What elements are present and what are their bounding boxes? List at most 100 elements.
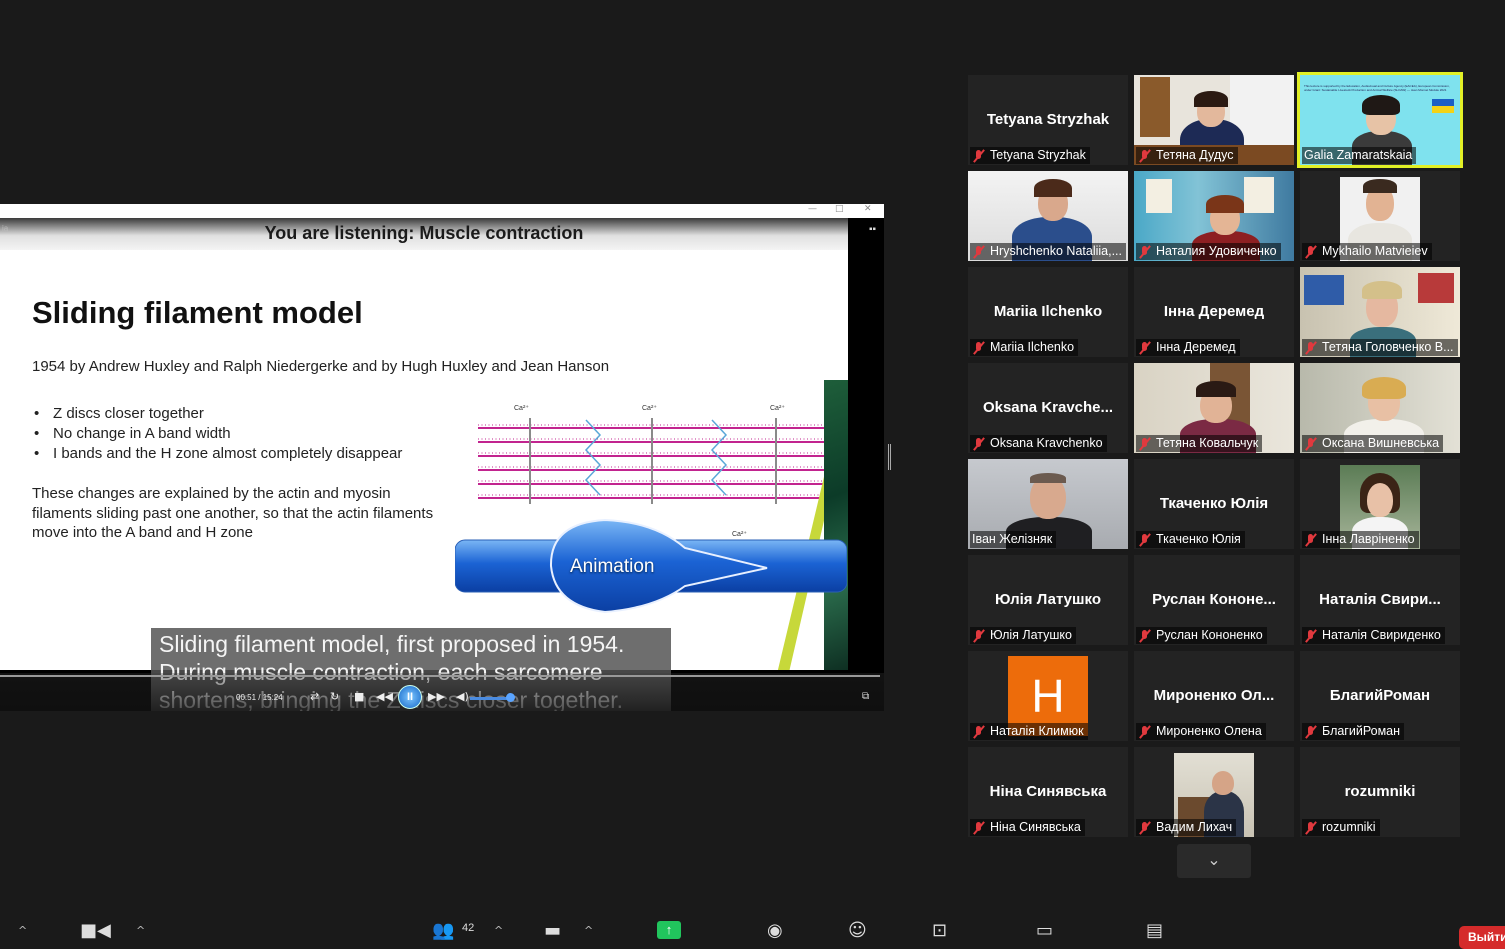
participant-name-label: Юлія Латушко bbox=[970, 627, 1076, 644]
participant-tile[interactable]: Тетяна Головченко В... bbox=[1300, 267, 1460, 357]
media-player[interactable]: You are listening: Muscle contraction ia… bbox=[0, 218, 884, 711]
participant-name: Наталія Свириденко bbox=[1322, 628, 1441, 642]
participant-tile[interactable]: Ніна Синявська Ніна Синявська bbox=[968, 747, 1128, 837]
slide-bullet: Z discs closer together bbox=[32, 404, 402, 424]
participant-tile[interactable]: БлагийРоман БлагийРоман bbox=[1300, 651, 1460, 741]
caret-up-icon[interactable]: ^ bbox=[584, 924, 593, 937]
participant-name-label: Mariia Ilchenko bbox=[970, 339, 1079, 356]
mic-muted-icon bbox=[1304, 437, 1318, 451]
participant-tile[interactable]: Вадим Лихач bbox=[1134, 747, 1294, 837]
participant-display-name: Наталія Свири... bbox=[1319, 591, 1441, 608]
participant-name: Ніна Синявська bbox=[990, 820, 1081, 834]
leave-meeting-button[interactable]: Выйти bbox=[1459, 926, 1505, 949]
previous-icon[interactable]: ◀◀ bbox=[376, 690, 393, 703]
notes-icon[interactable]: ▤ bbox=[1146, 920, 1163, 941]
participant-tile[interactable]: Mykhailo Matvieiev bbox=[1300, 171, 1460, 261]
mic-muted-icon bbox=[1138, 629, 1152, 643]
gallery-next-page-button[interactable]: ⌄ bbox=[1177, 844, 1251, 878]
player-controls: 00:51 / 15:24 ⇄ ↻ ■ ◀◀ II ▶▶ ◀) ⧉ bbox=[0, 673, 884, 711]
participant-display-name: Mariia Ilchenko bbox=[993, 303, 1103, 320]
mic-muted-icon bbox=[1138, 821, 1152, 835]
shared-screen-window[interactable]: — □ ✕ You are listening: Muscle contract… bbox=[0, 204, 884, 711]
participant-tile[interactable]: Tetyana Stryzhak Tetyana Stryzhak bbox=[968, 75, 1128, 165]
share-screen-icon[interactable]: ↑ bbox=[657, 921, 681, 939]
shared-window-titlebar: — □ ✕ bbox=[0, 204, 884, 218]
participant-tile[interactable]: rozumniki rozumniki bbox=[1300, 747, 1460, 837]
participant-tile[interactable]: Руслан Кононе... Руслан Кононенко bbox=[1134, 555, 1294, 645]
participant-name-label: Наталія Климюк bbox=[970, 723, 1088, 740]
participant-tile[interactable]: Іван Желізняк bbox=[968, 459, 1128, 549]
participant-name-label: Galia Zamaratskaia bbox=[1302, 147, 1417, 164]
participant-name: Ткаченко Юлія bbox=[1156, 532, 1241, 546]
pause-button[interactable]: II bbox=[398, 685, 422, 709]
mic-muted-icon bbox=[972, 437, 986, 451]
participant-tile[interactable]: Ткаченко Юлія Ткаченко Юлія bbox=[1134, 459, 1294, 549]
participant-tile[interactable]: Інна Деремед Інна Деремед bbox=[1134, 267, 1294, 357]
repeat-icon[interactable]: ↻ bbox=[330, 690, 339, 703]
participants-icon[interactable]: 👥 bbox=[432, 920, 454, 941]
apps-icon[interactable]: ⊡ bbox=[932, 920, 947, 941]
participant-name: Galia Zamaratskaia bbox=[1304, 148, 1413, 162]
participant-tile[interactable]: Oksana Kravche... Oksana Kravchenko bbox=[968, 363, 1128, 453]
participant-name: Іван Желізняк bbox=[972, 532, 1053, 546]
calcium-label: Ca²⁺ bbox=[642, 405, 657, 412]
switch-view-icon[interactable]: ▪▪ bbox=[869, 224, 876, 235]
volume-icon[interactable]: ◀) bbox=[456, 690, 469, 703]
animation-button-label[interactable]: Animation bbox=[570, 556, 655, 578]
close-icon[interactable]: ✕ bbox=[864, 204, 872, 214]
caret-up-icon[interactable]: ^ bbox=[18, 924, 27, 937]
participant-tile[interactable]: Наталия Удовиченко bbox=[1134, 171, 1294, 261]
bookshelf bbox=[1140, 77, 1170, 137]
minimize-icon[interactable]: — bbox=[808, 204, 817, 214]
fullscreen-icon[interactable]: ⧉ bbox=[862, 691, 869, 702]
participant-name-label: Інна Деремед bbox=[1136, 339, 1240, 356]
chat-icon[interactable]: ▬ bbox=[544, 920, 561, 941]
mic-muted-icon bbox=[1304, 245, 1318, 259]
participant-name-label: Ткаченко Юлія bbox=[1136, 531, 1245, 548]
participant-slide-text: This lecture is supported by the Educati… bbox=[1304, 84, 1450, 92]
volume-slider-knob[interactable] bbox=[506, 693, 515, 702]
participant-display-name: Ніна Синявська bbox=[989, 783, 1107, 800]
participant-name-label: Інна Лавріненко bbox=[1302, 531, 1419, 548]
participant-tile[interactable]: Оксана Вишневська bbox=[1300, 363, 1460, 453]
participant-name: Наталия Удовиченко bbox=[1156, 244, 1277, 258]
flag-icon bbox=[1432, 99, 1454, 113]
maximize-icon[interactable]: □ bbox=[835, 204, 844, 214]
participant-name: Hryshchenko Nataliia,... bbox=[990, 244, 1123, 258]
video-camera-icon[interactable]: ■◀ bbox=[80, 920, 111, 941]
caret-up-icon[interactable]: ^ bbox=[494, 924, 503, 937]
caret-up-icon[interactable]: ^ bbox=[136, 924, 145, 937]
participant-name-label: Іван Желізняк bbox=[970, 531, 1057, 548]
participant-name: Тетяна Головченко В... bbox=[1322, 340, 1454, 354]
participant-name-label: БлагийРоман bbox=[1302, 723, 1405, 740]
shuffle-icon[interactable]: ⇄ bbox=[310, 690, 319, 703]
stop-icon[interactable]: ■ bbox=[354, 690, 364, 703]
participants-count: 42 bbox=[462, 922, 475, 934]
participant-name: Вадим Лихач bbox=[1156, 820, 1233, 834]
reactions-icon[interactable]: ☺ bbox=[848, 920, 867, 941]
participant-tile[interactable]: Тетяна Дудус bbox=[1134, 75, 1294, 165]
participant-tile[interactable]: Mariia Ilchenko Mariia Ilchenko bbox=[968, 267, 1128, 357]
participant-name: Тетяна Дудус bbox=[1156, 148, 1234, 162]
participant-tile[interactable]: Тетяна Ковальчук bbox=[1134, 363, 1294, 453]
participant-tile[interactable]: H Наталія Климюк bbox=[968, 651, 1128, 741]
slide-bullet-list: Z discs closer together No change in A b… bbox=[32, 404, 402, 464]
record-icon[interactable]: ◉ bbox=[767, 920, 783, 941]
seek-bar[interactable] bbox=[0, 675, 880, 677]
mic-muted-icon bbox=[1304, 821, 1318, 835]
whiteboard-icon[interactable]: ▭ bbox=[1036, 920, 1053, 941]
participant-name: Руслан Кононенко bbox=[1156, 628, 1263, 642]
next-icon[interactable]: ▶▶ bbox=[428, 690, 445, 703]
participant-name: Tetyana Stryzhak bbox=[990, 148, 1086, 162]
participant-tile[interactable]: Юлія Латушко Юлія Латушко bbox=[968, 555, 1128, 645]
participant-tile[interactable]: Наталія Свири... Наталія Свириденко bbox=[1300, 555, 1460, 645]
mic-muted-icon bbox=[1138, 341, 1152, 355]
participant-tile[interactable]: Інна Лавріненко bbox=[1300, 459, 1460, 549]
participant-tile[interactable]: Мироненко Ол... Мироненко Олена bbox=[1134, 651, 1294, 741]
participant-tile-active-speaker[interactable]: This lecture is supported by the Educati… bbox=[1297, 72, 1463, 168]
panel-splitter-handle[interactable] bbox=[888, 444, 891, 470]
participant-tile[interactable]: Hryshchenko Nataliia,... bbox=[968, 171, 1128, 261]
player-side-tag: ia bbox=[2, 224, 9, 233]
volume-slider[interactable] bbox=[470, 697, 510, 700]
slide-paragraph: These changes are explained by the actin… bbox=[32, 485, 434, 541]
